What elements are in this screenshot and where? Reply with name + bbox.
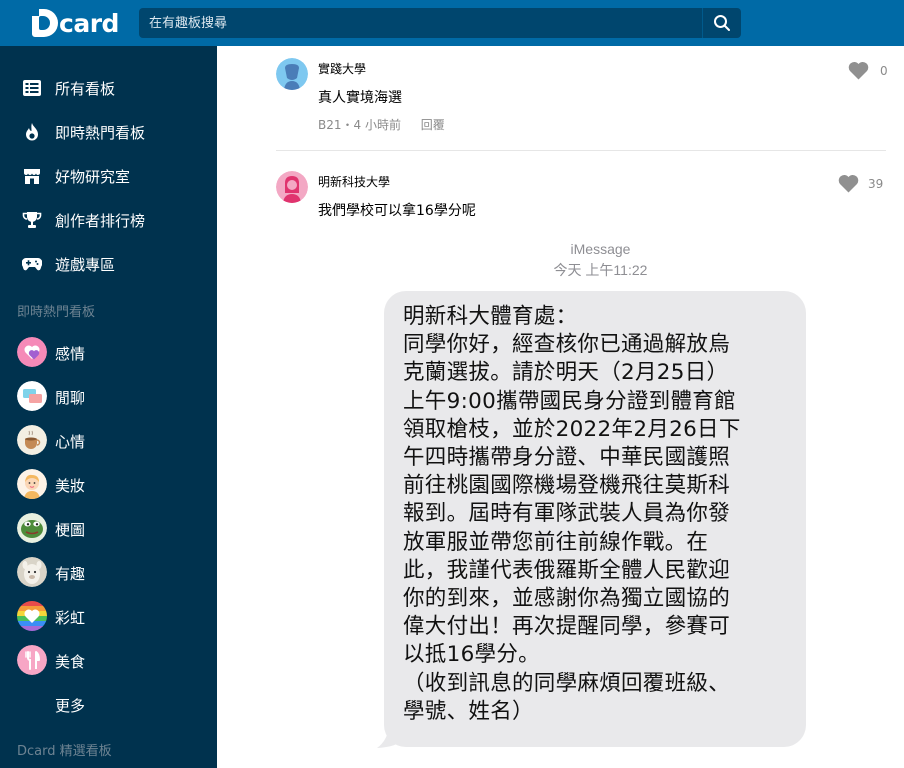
like-button[interactable]: 39	[838, 174, 883, 193]
comment-image[interactable]: iMessage 今天 上午11:22 明新科大體育處： 同學你好，經查核你已通…	[355, 233, 846, 761]
board-avatar	[17, 469, 47, 499]
board-avatar	[17, 645, 47, 675]
board-label: 心情	[55, 433, 86, 451]
message-line: 偉大付出！再次提醒同學，參賽可	[403, 614, 731, 640]
sidebar-board-rainbow[interactable]: 彩虹	[0, 597, 217, 637]
message-line: 明新科大體育處：	[403, 304, 578, 329]
trophy-icon	[22, 210, 42, 230]
board-avatar	[17, 601, 47, 631]
message-line: 學號、姓名）	[403, 698, 534, 724]
sidebar-board-food[interactable]: 美食	[0, 641, 217, 681]
sidebar-more-link[interactable]: 更多	[0, 685, 217, 725]
comment-body: 我們學校可以拿16學分呢	[318, 203, 476, 219]
message-line: 前往桃園國際機場登機飛往莫斯科	[403, 473, 731, 499]
sidebar-board-mood[interactable]: 心情	[0, 421, 217, 461]
message-line: 報到。屆時有軍隊武裝人員為你發	[403, 501, 731, 527]
logo-text: card	[59, 8, 119, 38]
board-avatar	[17, 557, 47, 587]
board-label: 美食	[55, 653, 86, 671]
message-bubble: 明新科大體育處： 同學你好，經查核你已通過解放烏 克蘭選拔。請於明天（2月25日…	[384, 291, 806, 747]
board-label: 彩虹	[55, 609, 86, 627]
list-icon	[22, 78, 42, 98]
sidebar-board-funny[interactable]: 有趣	[0, 553, 217, 593]
message-line: 你的到來，並感謝你為獨立國協的	[403, 586, 731, 612]
sidebar-board-memes[interactable]: 梗圖	[0, 509, 217, 549]
sidebar-item-goods-lab[interactable]: 好物研究室	[0, 156, 217, 196]
sidebar: 所有看板 即時熱門看板 好物研究室 創作者排行榜 遊戲專區 即時熱門看板 感情	[0, 46, 217, 768]
sidebar-board-makeup[interactable]: 美妝	[0, 465, 217, 505]
message-line: 放軍服並帶您前往前線作戰。在	[403, 529, 709, 555]
comment-item: 實踐大學 真人實境海選 B21・4 小時前 回覆 0	[276, 46, 888, 150]
comment-school: 明新科技大學	[318, 175, 391, 189]
gamepad-icon	[22, 254, 42, 274]
comment-list: 實踐大學 真人實境海選 B21・4 小時前 回覆 0 明新科技大學 我們學校可以…	[217, 46, 904, 768]
heart-icon	[848, 61, 869, 80]
sidebar-item-label: 即時熱門看板	[55, 123, 146, 142]
sidebar-item-label: 好物研究室	[55, 167, 131, 186]
avatar[interactable]	[276, 58, 308, 90]
message-line: 同學你好，經查核你已通過解放烏	[403, 332, 731, 358]
message-line: （收到訊息的同學麻煩回覆班級、	[403, 670, 731, 696]
search-input[interactable]	[139, 8, 702, 38]
top-bar: card	[0, 0, 904, 46]
dcard-logo-icon	[32, 9, 58, 37]
like-button[interactable]: 0	[848, 61, 888, 80]
featured-boards-section-title: Dcard 精選看板	[17, 744, 112, 759]
sidebar-board-relationship[interactable]: 感情	[0, 333, 217, 373]
sidebar-item-label: 所有看板	[55, 79, 116, 98]
message-line: 午四時攜帶身分證、中華民國護照	[403, 445, 731, 471]
message-line: 領取槍枝，並於2022年2月26日下	[403, 416, 741, 442]
more-label: 更多	[55, 697, 86, 715]
search-box	[139, 8, 702, 38]
sidebar-item-label: 遊戲專區	[55, 255, 116, 274]
board-avatar	[17, 513, 47, 543]
comment-school: 實踐大學	[318, 62, 367, 76]
board-label: 梗圖	[55, 521, 86, 539]
comment-body: 真人實境海選	[318, 90, 402, 106]
sidebar-item-creator-ranking[interactable]: 創作者排行榜	[0, 200, 217, 240]
search-icon	[714, 15, 730, 31]
message-line: 克蘭選拔。請於明天（2月25日）	[403, 360, 729, 386]
board-label: 感情	[55, 345, 86, 363]
like-count: 0	[880, 63, 888, 78]
heart-icon	[838, 174, 859, 193]
flame-icon	[22, 122, 42, 142]
board-label: 閒聊	[55, 389, 86, 407]
board-avatar	[17, 337, 47, 367]
sidebar-board-chat[interactable]: 閒聊	[0, 377, 217, 417]
board-avatar	[17, 381, 47, 411]
comment-meta: B21・4 小時前 回覆	[318, 116, 445, 133]
search-button[interactable]	[702, 8, 741, 38]
imessage-title: iMessage	[570, 241, 631, 257]
sidebar-item-all-boards[interactable]: 所有看板	[0, 68, 217, 108]
message-line: 上午9:00攜帶國民身分證到體育館	[403, 388, 736, 414]
comment-item: 明新科技大學 我們學校可以拿16學分呢 39	[276, 150, 886, 230]
sidebar-item-label: 創作者排行榜	[55, 211, 146, 230]
reply-button[interactable]: 回覆	[421, 118, 445, 132]
message-line: 此，我謹代表俄羅斯全體人民歡迎	[403, 557, 731, 583]
sidebar-item-games[interactable]: 遊戲專區	[0, 244, 217, 284]
imessage-timestamp: 今天 上午11:22	[553, 262, 648, 278]
board-label: 有趣	[55, 565, 86, 583]
dcard-logo[interactable]: card	[32, 8, 119, 38]
message-line: 以抵16學分。	[403, 642, 540, 668]
hot-boards-section-title: 即時熱門看板	[17, 305, 96, 320]
avatar[interactable]	[276, 171, 308, 203]
store-icon	[22, 166, 42, 186]
board-avatar	[17, 425, 47, 455]
sidebar-item-hot-boards[interactable]: 即時熱門看板	[0, 112, 217, 152]
comment-floor-time: B21・4 小時前	[318, 118, 401, 132]
like-count: 39	[868, 176, 884, 191]
board-label: 美妝	[55, 477, 86, 495]
